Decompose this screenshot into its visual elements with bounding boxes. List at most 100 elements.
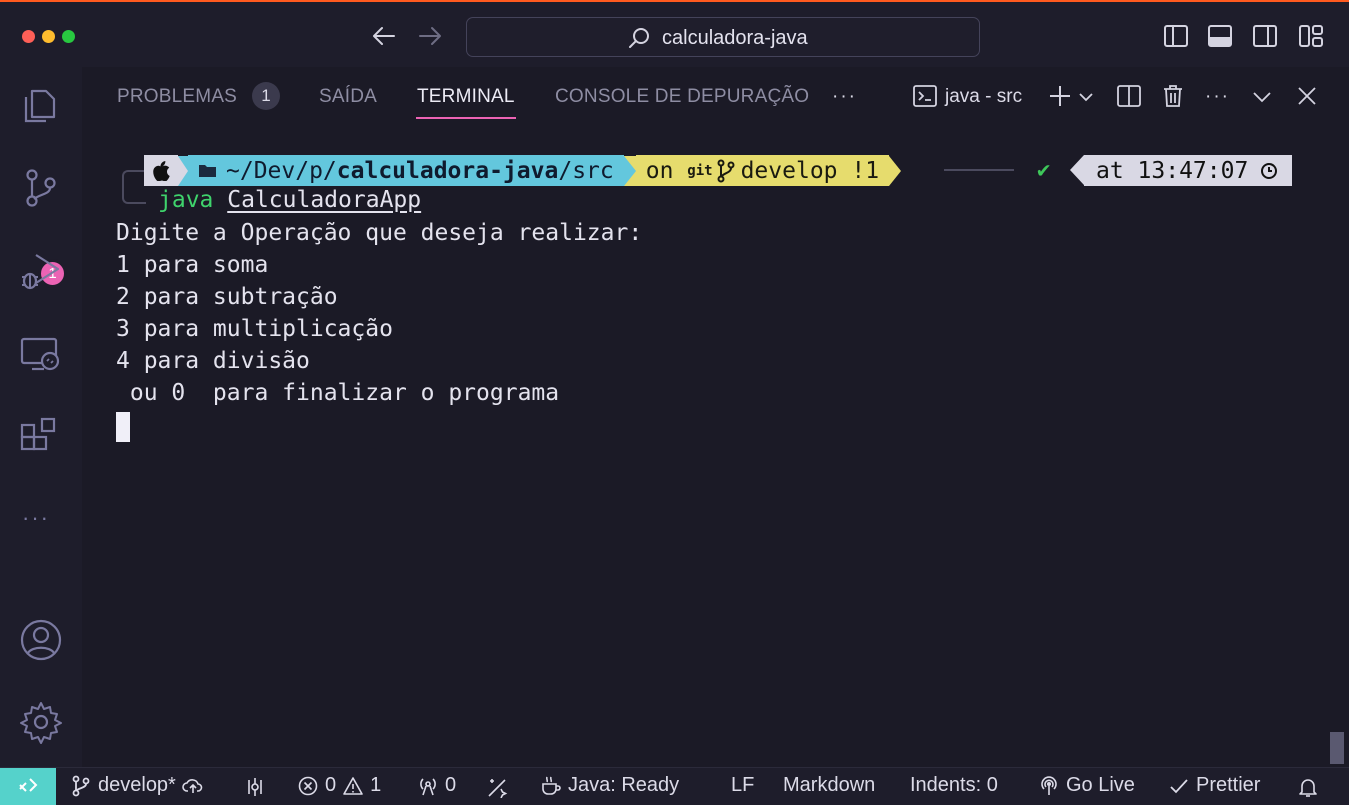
status-bar: develop* 0 1 0 Java: Ready LF Markdown I… (0, 767, 1349, 805)
tab-problems[interactable]: PROBLEMAS (117, 86, 237, 108)
output-line: Digite a Operação que deseja realizar: (116, 220, 643, 246)
apple-icon (144, 155, 178, 186)
error-count: 0 (325, 774, 337, 796)
notifications-bell-icon[interactable] (1297, 776, 1319, 798)
prompt-left-segments: ~/Dev/p/calculadora-java/src on git deve… (144, 155, 902, 186)
more-tabs-button[interactable]: ··· (832, 86, 857, 108)
java-status-text: Java: Ready (568, 774, 680, 796)
broadcast-live-icon (1041, 775, 1057, 795)
split-terminal-icon[interactable] (1116, 83, 1142, 109)
git-branch-icon (72, 775, 90, 796)
tab-output[interactable]: SAÍDA (319, 86, 377, 108)
git-on-text: on (645, 157, 688, 184)
git-branch-status: develop !1 (740, 157, 880, 184)
chevron-down-icon[interactable] (1077, 83, 1095, 109)
tab-debug-console[interactable]: CONSOLE DE DEPURAÇÃO (555, 86, 809, 108)
output-line: 2 para subtração (116, 284, 338, 310)
remote-explorer-icon[interactable] (18, 331, 64, 377)
close-panel-icon[interactable] (1294, 83, 1320, 109)
more-actions-button[interactable]: ··· (1205, 86, 1230, 108)
language-mode-status[interactable]: Markdown (783, 774, 875, 797)
clock-icon (1261, 162, 1278, 179)
back-arrow-icon[interactable] (370, 22, 398, 50)
command-name: java (158, 187, 214, 213)
path-suffix: /src (558, 157, 614, 184)
active-tab-indicator (416, 117, 516, 119)
terminal-scrollbar[interactable] (1330, 732, 1344, 764)
prettier-label: Prettier (1196, 774, 1261, 796)
command-center-search[interactable]: calculadora-java (466, 17, 980, 57)
git-segment: on git develop !1 (635, 155, 890, 186)
go-live-label: Go Live (1066, 774, 1135, 796)
go-live-button[interactable]: Go Live (1038, 774, 1135, 797)
warning-count: 1 (370, 774, 382, 796)
end-of-line-status[interactable]: LF (731, 774, 754, 797)
tab-terminal[interactable]: TERMINAL (417, 86, 515, 108)
explorer-icon[interactable] (18, 81, 64, 127)
problems-status[interactable]: 0 1 (297, 774, 381, 797)
title-bar: calculadora-java (0, 0, 1349, 67)
terminal-cursor (116, 412, 130, 442)
error-icon (298, 776, 318, 795)
cloud-upload-icon[interactable] (182, 775, 204, 797)
indentation-status[interactable]: Indents: 0 (910, 774, 998, 797)
output-line: 3 para multiplicação (116, 316, 393, 342)
time-segment: at 13:47:07 (1084, 155, 1292, 186)
source-control-icon[interactable] (18, 165, 64, 211)
activity-bar: 1 ··· (0, 67, 82, 767)
output-line: 4 para divisão (116, 348, 310, 374)
toggle-secondary-sidebar-icon[interactable] (1252, 23, 1278, 49)
extensions-icon[interactable] (18, 415, 64, 461)
more-views-icon[interactable]: ··· (22, 505, 50, 531)
accounts-icon[interactable] (18, 617, 64, 663)
coffee-cup-icon (542, 776, 561, 795)
sparkle-disabled-icon[interactable] (486, 776, 508, 798)
time-segment-arrow (1070, 155, 1084, 185)
forward-arrow-icon[interactable] (416, 22, 444, 50)
git-branch-icon (717, 159, 735, 182)
maximize-window-button[interactable] (62, 30, 75, 43)
toggle-primary-sidebar-icon[interactable] (1163, 23, 1189, 49)
panel-header: PROBLEMAS 1 SAÍDA TERMINAL CONSOLE DE DE… (82, 67, 1349, 125)
new-terminal-plus-icon[interactable] (1047, 83, 1073, 109)
output-line: ou 0 para finalizar o programa (116, 380, 560, 406)
warning-icon (343, 776, 363, 795)
close-window-button[interactable] (22, 30, 35, 43)
prompt-connector-line (944, 169, 1014, 171)
branch-name: develop* (98, 774, 176, 796)
remote-icon (19, 777, 38, 792)
toggle-panel-icon[interactable] (1207, 23, 1233, 49)
prompt-frame (122, 170, 146, 204)
terminal-icon (913, 85, 937, 107)
problems-count-badge: 1 (252, 82, 280, 110)
prompt-time: at 13:47:07 (1096, 157, 1249, 184)
search-icon (629, 28, 649, 48)
customize-layout-icon[interactable] (1298, 23, 1324, 49)
ports-status[interactable]: 0 (417, 774, 456, 797)
minimize-window-button[interactable] (42, 30, 55, 43)
command-line: java CalculadoraApp (158, 187, 421, 213)
ports-count: 0 (445, 774, 457, 796)
remote-indicator[interactable] (0, 768, 56, 805)
java-status[interactable]: Java: Ready (540, 774, 679, 797)
terminal-instance-name[interactable]: java - src (945, 86, 1022, 108)
broadcast-icon (420, 777, 436, 795)
success-check-icon: ✔ (1037, 158, 1051, 183)
git-logo-icon: git (687, 162, 713, 179)
output-line: 1 para soma (116, 252, 269, 278)
terminal-view[interactable]: ~/Dev/p/calculadora-java/src on git deve… (82, 125, 1349, 767)
trash-icon[interactable] (1160, 83, 1186, 109)
path-segment: ~/Dev/p/calculadora-java/src (188, 155, 624, 186)
window-title: calculadora-java (662, 27, 808, 49)
maximize-panel-chevron-icon[interactable] (1249, 83, 1275, 109)
run-and-debug-icon[interactable] (18, 247, 64, 293)
branch-status[interactable]: develop* (70, 774, 204, 797)
settings-gear-icon[interactable] (18, 699, 64, 745)
path-prefix: ~/Dev/p/ (226, 157, 337, 184)
command-argument: CalculadoraApp (227, 187, 422, 213)
git-graph-icon[interactable] (244, 776, 266, 798)
checkmark-icon (1170, 778, 1188, 793)
path-project: calculadora-java (336, 157, 559, 184)
folder-icon (199, 164, 216, 177)
prettier-status[interactable]: Prettier (1168, 774, 1260, 797)
